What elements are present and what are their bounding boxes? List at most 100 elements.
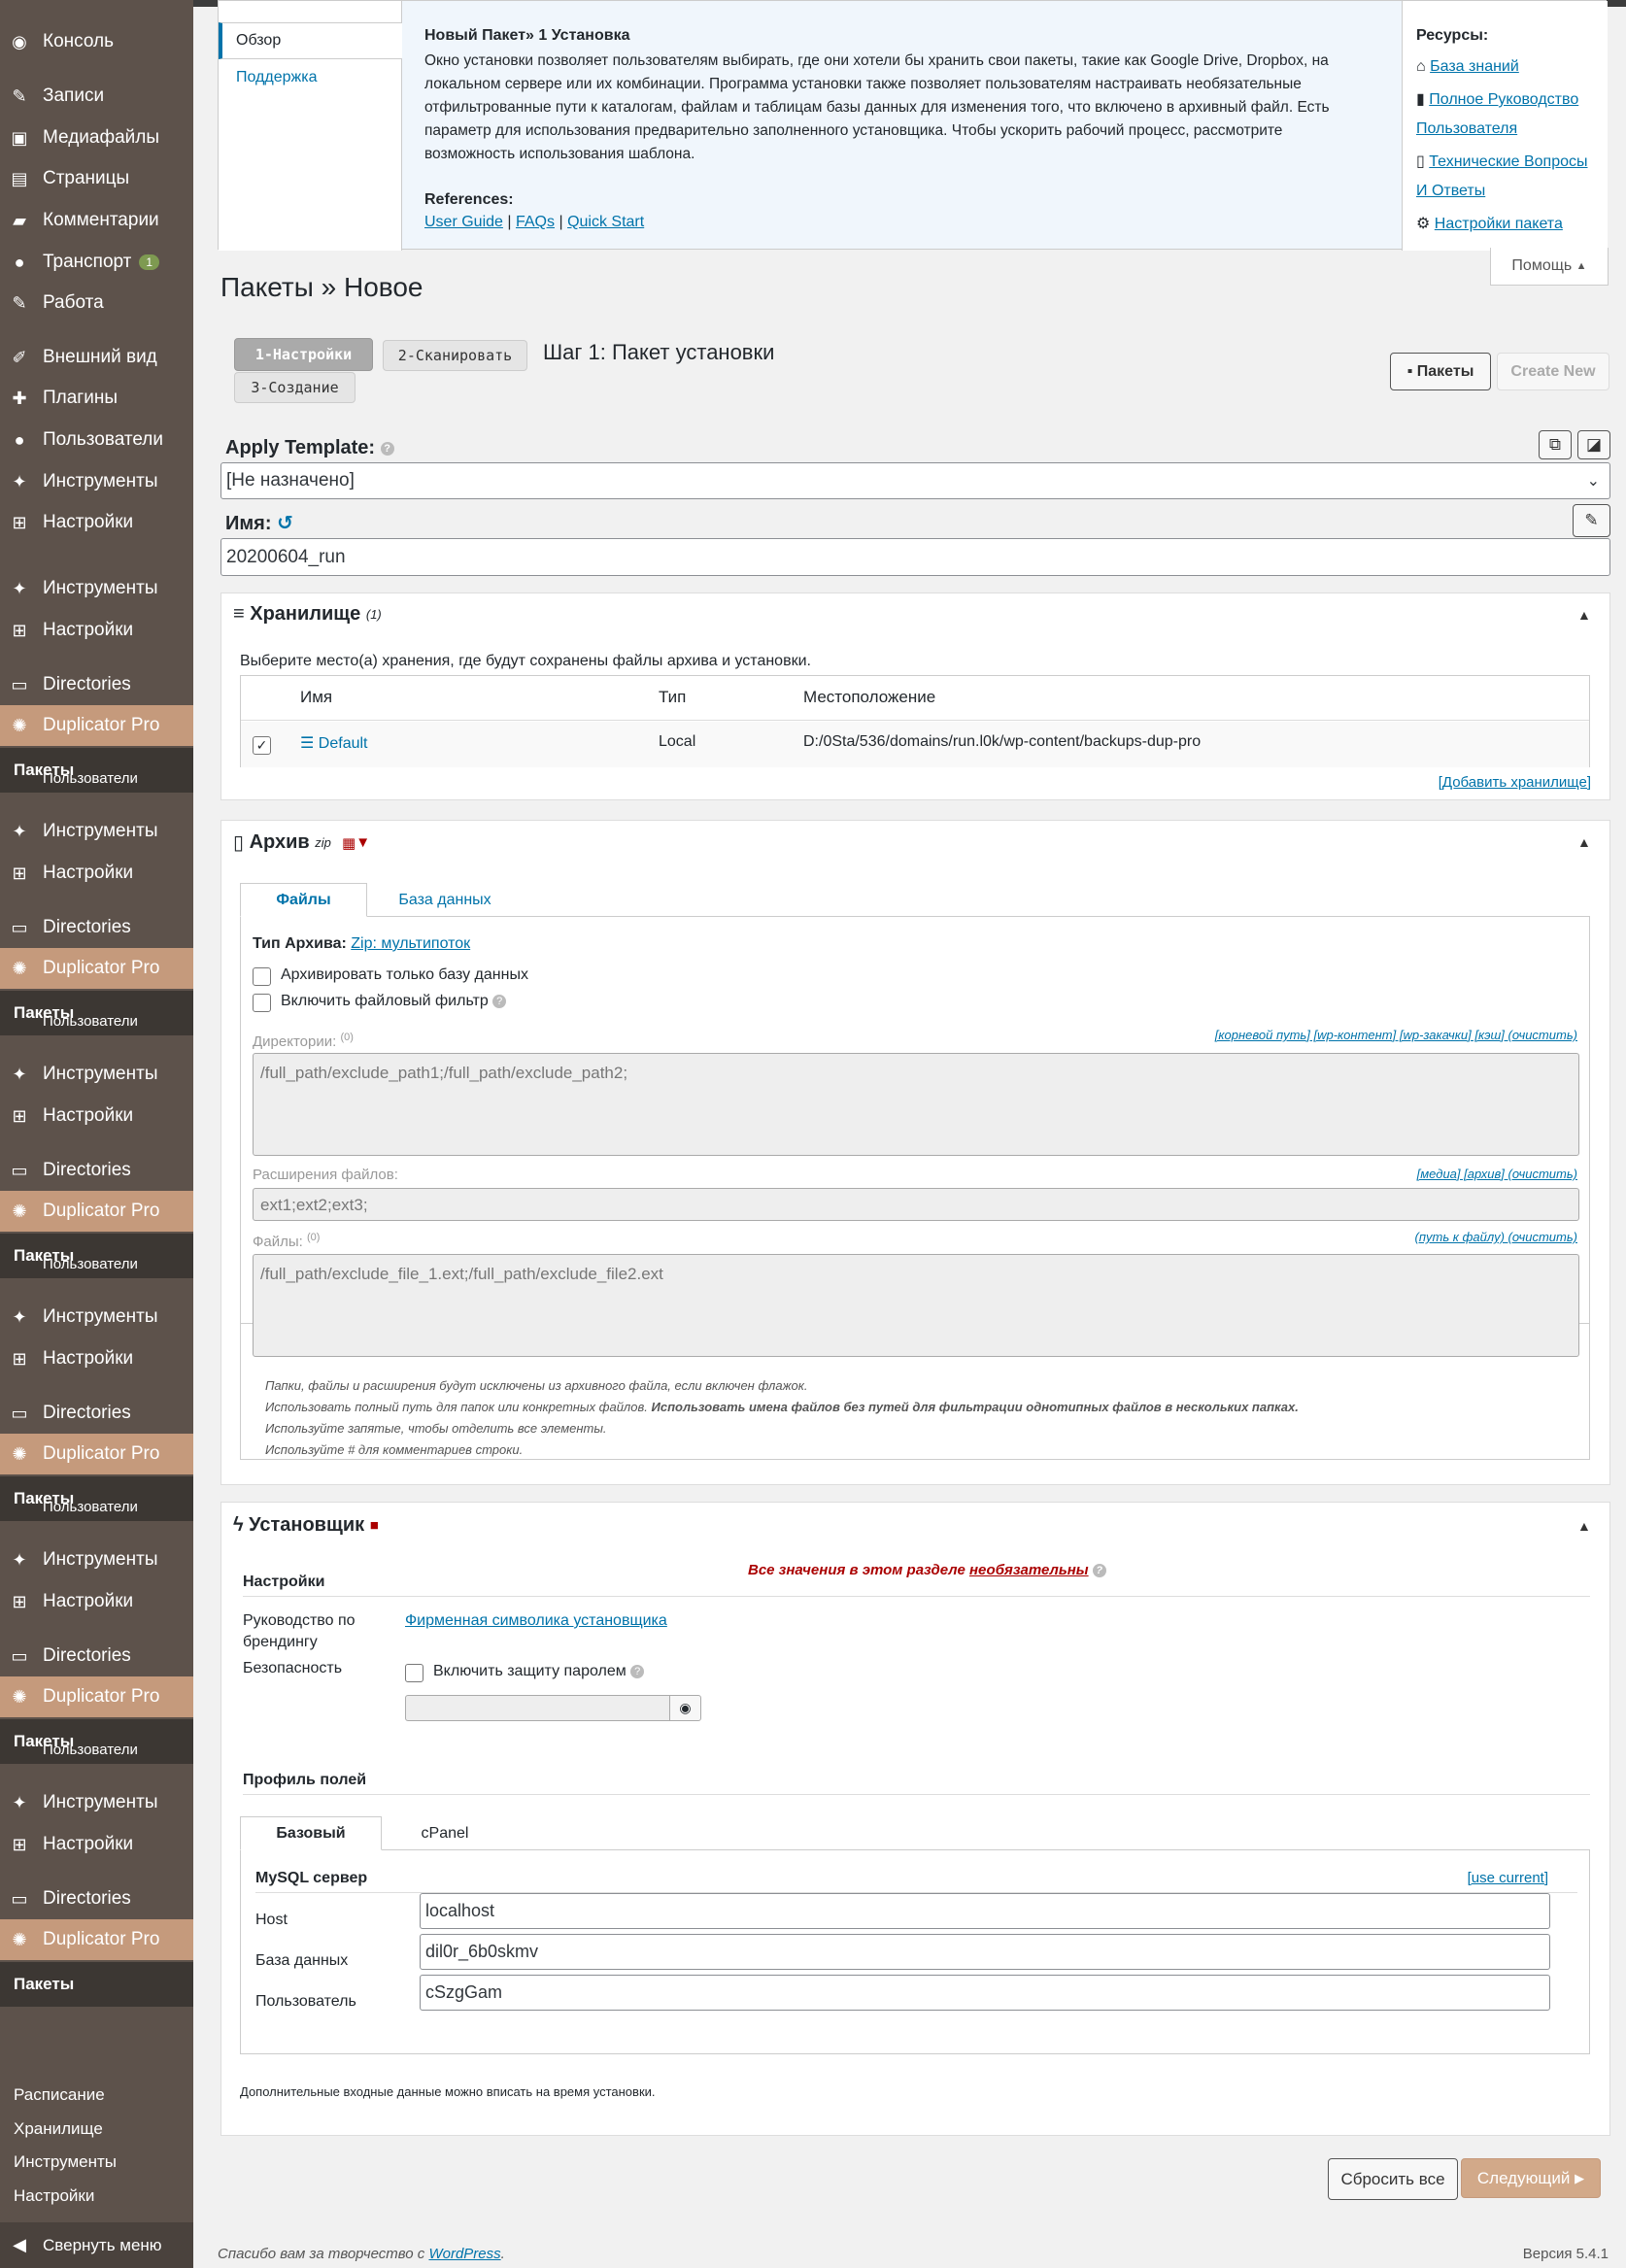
sidebar-item-settings[interactable]: ⊞ Настройки xyxy=(0,1581,193,1622)
reset-all-button[interactable]: Сбросить все xyxy=(1328,2158,1458,2200)
sidebar-item-duplicator[interactable]: ✺ Duplicator Pro xyxy=(0,948,193,989)
sidebar-item-users-truncated[interactable]: Пользователи xyxy=(0,1259,193,1272)
collapse-arrow-icon[interactable]: ▲ xyxy=(1577,1518,1591,1534)
db-input[interactable]: dil0r_6b0skmv xyxy=(420,1934,1550,1970)
sidebar-item-directories[interactable]: ▭ Directories xyxy=(0,1636,193,1676)
sidebar-item-duplicator[interactable]: ✺ Duplicator Pro xyxy=(0,705,193,746)
help-icon[interactable]: ? xyxy=(380,441,394,456)
sidebar-item-tools[interactable]: ✦ Инструменты xyxy=(0,1054,193,1095)
ext-shortcut-links[interactable]: [медиа] [архив] (очистить) xyxy=(1417,1167,1577,1181)
collapse-arrow-icon[interactable]: ▲ xyxy=(1577,834,1591,850)
sidebar-item-duplicator[interactable]: ✺ Duplicator Pro xyxy=(0,1919,193,1960)
sidebar-item-duplicator[interactable]: ✺ Duplicator Pro xyxy=(0,1434,193,1474)
sidebar-item-tools[interactable]: ✦ Инструменты xyxy=(0,1540,193,1580)
sidebar-item-duplicator[interactable]: ✺ Duplicator Pro xyxy=(0,1676,193,1717)
sidebar-item-tools[interactable]: ✦ Инструменты xyxy=(0,811,193,852)
sidebar-item-duplicator[interactable]: ✺ Duplicator Pro xyxy=(0,1191,193,1232)
branding-link[interactable]: Фирменная символика установщика xyxy=(405,1612,667,1630)
help-tab-overview[interactable]: Обзор xyxy=(219,22,402,59)
resource-guide-line2[interactable]: Пользователя xyxy=(1416,120,1517,138)
resource-faq[interactable]: ▯ Технические Вопросы xyxy=(1416,152,1588,171)
ext-textarea[interactable]: ext1;ext2;ext3; xyxy=(253,1188,1579,1221)
sidebar-item-users[interactable]: ● Пользователи xyxy=(0,420,193,460)
copy-template-button[interactable]: ⧉ xyxy=(1539,430,1572,459)
sidebar-item-settings[interactable]: ⊞ Настройки xyxy=(0,502,193,543)
sidebar-item-users-truncated[interactable]: Пользователи xyxy=(0,1502,193,1515)
sidebar-item-settings[interactable]: ⊞ Настройки xyxy=(0,1338,193,1379)
sidebar-item-directories[interactable]: ▭ Directories xyxy=(0,1150,193,1191)
sidebar-item-settings[interactable]: ⊞ Настройки xyxy=(0,1096,193,1136)
help-tab-support[interactable]: Поддержка xyxy=(236,69,317,86)
password-input[interactable] xyxy=(405,1695,670,1721)
sidebar-item-transport[interactable]: ● Транспорт 1 xyxy=(0,242,193,283)
sidebar-item-settings[interactable]: ⊞ Настройки xyxy=(0,1824,193,1865)
archive-header[interactable]: ▯ Архив zip ▦ ▼ xyxy=(233,830,370,855)
tab-database[interactable]: База данных xyxy=(367,883,523,917)
create-new-button[interactable]: Create New xyxy=(1497,353,1609,390)
sidebar-item-directories[interactable]: ▭ Directories xyxy=(0,1879,193,1919)
wordpress-link[interactable]: WordPress xyxy=(428,2246,500,2262)
sidebar-item-directories[interactable]: ▭ Directories xyxy=(0,1393,193,1434)
faqs-link[interactable]: FAQs xyxy=(516,214,555,230)
edit-name-button[interactable]: ✎ xyxy=(1573,504,1610,537)
edit-template-button[interactable]: ◪ xyxy=(1577,430,1610,459)
tab-files[interactable]: Файлы xyxy=(240,883,367,917)
resource-faq-line2[interactable]: И Ответы xyxy=(1416,183,1485,200)
installer-header[interactable]: ϟ Установщик ■ xyxy=(233,1514,379,1537)
package-name-input[interactable]: 20200604_run xyxy=(220,538,1610,576)
sidebar-item-console[interactable]: ◉ Консоль xyxy=(0,21,193,62)
sidebar-item-users-truncated[interactable]: Пользователи xyxy=(0,773,193,787)
sidebar-item-settings[interactable]: ⊞ Настройки xyxy=(0,853,193,894)
sidebar-sub-settings[interactable]: Настройки xyxy=(0,2176,193,2217)
host-input[interactable]: localhost xyxy=(420,1893,1550,1929)
user-guide-link[interactable]: User Guide xyxy=(424,214,503,230)
quick-start-link[interactable]: Quick Start xyxy=(567,214,644,230)
sidebar-item-tools[interactable]: ✦ Инструменты xyxy=(0,1297,193,1337)
sidebar-item-directories[interactable]: ▭ Directories xyxy=(0,664,193,705)
add-storage-link[interactable]: [Добавить хранилище] xyxy=(1439,774,1591,791)
sidebar-item-users-truncated[interactable]: Пользователи xyxy=(0,1744,193,1758)
storage-header[interactable]: ≡ Хранилище (1) xyxy=(233,603,382,626)
step-3-button[interactable]: 3-Создание xyxy=(234,372,356,403)
resource-kb[interactable]: ⌂ База знаний xyxy=(1416,58,1519,76)
sidebar-item-tools[interactable]: ✦ Инструменты xyxy=(0,461,193,502)
sidebar-item-directories[interactable]: ▭ Directories xyxy=(0,907,193,948)
file-filter-checkbox[interactable] xyxy=(253,994,271,1012)
sidebar-item-work[interactable]: ✎ Работа xyxy=(0,283,193,323)
storage-default-link[interactable]: ☰ Default xyxy=(300,733,368,753)
sidebar-item-tools[interactable]: ✦ Инструменты xyxy=(0,1782,193,1823)
tab-basic[interactable]: Базовый xyxy=(240,1816,382,1850)
sidebar-item-media[interactable]: ▣ Медиафайлы xyxy=(0,118,193,158)
step-1-button[interactable]: 1-Настройки xyxy=(234,338,373,371)
help-icon[interactable]: ? xyxy=(630,1664,645,1678)
use-current-link[interactable]: [use current] xyxy=(1468,1870,1548,1886)
sidebar-item-settings[interactable]: ⊞ Настройки xyxy=(0,610,193,651)
archive-type-link[interactable]: Zip: мультипоток xyxy=(351,935,470,952)
password-checkbox[interactable] xyxy=(405,1664,423,1682)
help-icon[interactable]: ? xyxy=(492,994,507,1008)
step-2-button[interactable]: 2-Сканировать xyxy=(383,340,527,371)
sidebar-item-plugins[interactable]: ✚ Плагины xyxy=(0,378,193,419)
reset-name-icon[interactable]: ↺ xyxy=(277,513,293,534)
only-db-checkbox[interactable] xyxy=(253,967,271,986)
collapse-arrow-icon[interactable]: ▲ xyxy=(1577,607,1591,623)
resource-guide[interactable]: ▮ Полное Руководство xyxy=(1416,89,1578,109)
files-shortcut-links[interactable]: (путь к файлу) (очистить) xyxy=(1415,1230,1577,1244)
help-toggle-button[interactable]: Помощь ▲ xyxy=(1490,248,1609,286)
dirs-textarea[interactable]: /full_path/exclude_path1;/full_path/excl… xyxy=(253,1053,1579,1156)
packages-button[interactable]: ▪ Пакеты xyxy=(1390,353,1491,390)
template-select[interactable]: [Не назначено] ⌄ xyxy=(220,462,1610,499)
sidebar-item-comments[interactable]: ▰ Комментарии xyxy=(0,200,193,241)
sidebar-item-posts[interactable]: ✎ Записи xyxy=(0,76,193,117)
tab-cpanel[interactable]: cPanel xyxy=(382,1816,508,1850)
sidebar-item-appearance[interactable]: ✐ Внешний вид xyxy=(0,337,193,378)
collapse-menu-button[interactable]: ◀ Свернуть меню xyxy=(0,2222,193,2268)
sidebar-item-tools[interactable]: ✦ Инструменты xyxy=(0,568,193,609)
show-password-button[interactable]: ◉ xyxy=(669,1695,701,1721)
dirs-shortcut-links[interactable]: [корневой путь] [wp-контент] [wp-закачки… xyxy=(1215,1028,1577,1042)
help-icon[interactable]: ? xyxy=(1092,1564,1106,1578)
storage-default-checkbox[interactable]: ✓ xyxy=(253,736,271,755)
sidebar-item-users-truncated[interactable]: Пользователи xyxy=(0,1016,193,1030)
next-button[interactable]: Следующий ▶ xyxy=(1461,2158,1601,2198)
sidebar-item-pages[interactable]: ▤ Страницы xyxy=(0,158,193,199)
